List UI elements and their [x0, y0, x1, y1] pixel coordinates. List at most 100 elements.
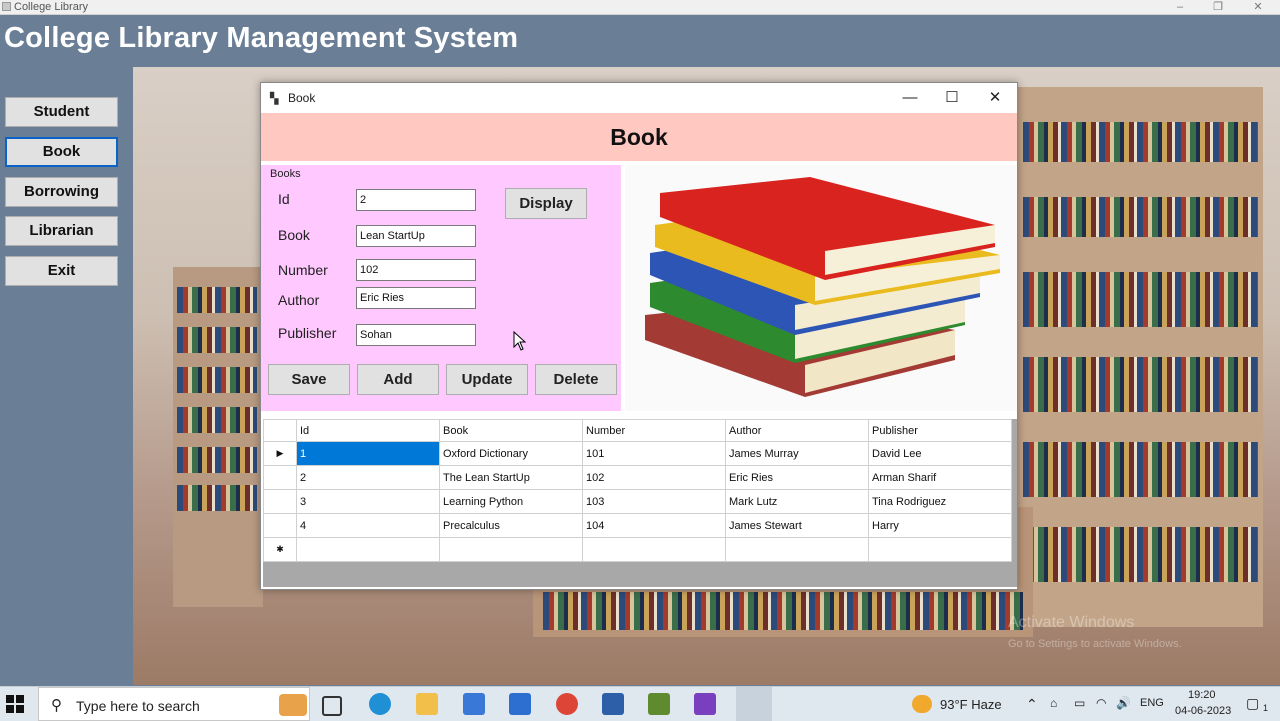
books-row — [543, 592, 1023, 630]
row-header[interactable] — [263, 465, 297, 490]
table-cell[interactable]: 104 — [582, 513, 726, 538]
clock-time[interactable]: 19:20 — [1188, 689, 1216, 701]
nav-exit-button[interactable]: Exit — [5, 256, 118, 286]
edge-browser-icon[interactable] — [369, 693, 391, 715]
nav-librarian-button[interactable]: Librarian — [5, 216, 118, 246]
network-icon[interactable]: ⌂ — [1050, 696, 1057, 710]
table-cell[interactable]: 2 — [296, 465, 440, 490]
nav-borrowing-button[interactable]: Borrowing — [5, 177, 118, 207]
display-button[interactable]: Display — [505, 188, 587, 219]
book-input[interactable] — [356, 225, 476, 247]
table-cell[interactable] — [582, 537, 726, 562]
minimize-button[interactable]: — — [890, 86, 930, 110]
table-cell[interactable]: David Lee — [868, 441, 1012, 466]
table-cell[interactable]: Eric Ries — [725, 465, 869, 490]
taskbar-search-box[interactable]: ⚲ Type here to search — [38, 687, 310, 721]
column-header-publisher[interactable]: Publisher — [868, 419, 1012, 442]
id-input[interactable] — [356, 189, 476, 211]
table-cell[interactable]: Oxford Dictionary — [439, 441, 583, 466]
save-button[interactable]: Save — [268, 364, 350, 395]
current-row-indicator[interactable]: ▶ — [263, 441, 297, 466]
books-stack-illustration — [645, 177, 1000, 397]
table-cell[interactable]: James Murray — [725, 441, 869, 466]
task-view-icon[interactable] — [322, 696, 342, 716]
row-header-corner — [263, 419, 297, 442]
column-header-number[interactable]: Number — [582, 419, 726, 442]
table-cell[interactable]: 1 — [296, 441, 440, 466]
volume-icon[interactable]: 🔊 — [1116, 696, 1131, 710]
books-row — [1023, 442, 1258, 497]
close-button[interactable]: ✕ — [975, 86, 1015, 110]
new-row-indicator[interactable]: ✱ — [263, 537, 297, 562]
chevron-up-icon[interactable]: ⌃ — [1026, 696, 1038, 713]
table-row[interactable]: ▶ 1 Oxford Dictionary 101 James Murray D… — [263, 441, 1012, 466]
table-cell[interactable] — [868, 537, 1012, 562]
delete-button[interactable]: Delete — [535, 364, 617, 395]
active-app-library-icon[interactable] — [736, 687, 772, 721]
table-cell[interactable]: Tina Rodriguez — [868, 489, 1012, 514]
author-input[interactable] — [356, 287, 476, 309]
table-cell[interactable] — [439, 537, 583, 562]
table-cell[interactable]: 3 — [296, 489, 440, 514]
table-row[interactable]: 4 Precalculus 104 James Stewart Harry — [263, 513, 1012, 538]
file-explorer-icon[interactable] — [416, 693, 438, 715]
nav-book-button[interactable]: Book — [5, 137, 118, 167]
book-window-title-bar: ▚ Book — ☐ ✕ — [261, 83, 1017, 113]
app-icon — [2, 2, 11, 11]
table-cell[interactable]: 102 — [582, 465, 726, 490]
table-cell[interactable]: 101 — [582, 441, 726, 466]
chrome-icon[interactable] — [556, 693, 578, 715]
table-row[interactable]: 3 Learning Python 103 Mark Lutz Tina Rod… — [263, 489, 1012, 514]
column-header-id[interactable]: Id — [296, 419, 440, 442]
publisher-input[interactable] — [356, 324, 476, 346]
publisher-label: Publisher — [278, 325, 337, 341]
table-cell[interactable]: Harry — [868, 513, 1012, 538]
books-row — [1023, 527, 1258, 582]
mail-icon[interactable] — [509, 693, 531, 715]
maximize-button[interactable]: ☐ — [932, 86, 972, 110]
notification-icon[interactable]: ▢ — [1246, 695, 1259, 712]
weather-icon[interactable] — [912, 695, 932, 713]
column-header-author[interactable]: Author — [725, 419, 869, 442]
table-cell[interactable] — [725, 537, 869, 562]
add-button[interactable]: Add — [357, 364, 439, 395]
column-header-book[interactable]: Book — [439, 419, 583, 442]
row-header[interactable] — [263, 513, 297, 538]
visual-studio-icon[interactable] — [694, 693, 716, 715]
outer-minimize-button[interactable]: – — [1165, 0, 1195, 14]
outer-close-button[interactable]: ✕ — [1243, 0, 1273, 14]
table-cell[interactable]: The Lean StartUp — [439, 465, 583, 490]
table-cell[interactable]: Precalculus — [439, 513, 583, 538]
number-input[interactable] — [356, 259, 476, 281]
outer-title-bar: College Library – ❐ ✕ — [0, 0, 1280, 15]
book-header-panel: Book — [261, 113, 1017, 161]
nav-student-button[interactable]: Student — [5, 97, 118, 127]
weather-text[interactable]: 93°F Haze — [940, 697, 1002, 712]
microsoft-store-icon[interactable] — [463, 693, 485, 715]
book-window: ▚ Book — ☐ ✕ Book Books Id Book Number A… — [260, 82, 1018, 590]
table-row[interactable]: 2 The Lean StartUp 102 Eric Ries Arman S… — [263, 465, 1012, 490]
update-button[interactable]: Update — [446, 364, 528, 395]
table-cell[interactable]: Arman Sharif — [868, 465, 1012, 490]
search-icon: ⚲ — [51, 697, 62, 714]
shelf-left — [173, 267, 263, 607]
new-row[interactable]: ✱ — [263, 537, 1012, 562]
table-cell[interactable] — [296, 537, 440, 562]
photos-icon[interactable] — [602, 693, 624, 715]
author-label: Author — [278, 292, 320, 308]
search-highlight-icon[interactable] — [279, 694, 307, 716]
table-cell[interactable]: Mark Lutz — [725, 489, 869, 514]
table-cell[interactable]: 103 — [582, 489, 726, 514]
language-indicator[interactable]: ENG — [1140, 697, 1164, 709]
row-header[interactable] — [263, 489, 297, 514]
battery-icon[interactable]: ▭ — [1074, 696, 1085, 710]
wifi-icon[interactable]: ◠ — [1096, 696, 1106, 710]
table-cell[interactable]: 4 — [296, 513, 440, 538]
outer-maximize-button[interactable]: ❐ — [1203, 0, 1233, 14]
books-data-grid[interactable]: Id Book Number Author Publisher ▶ 1 Oxfo… — [263, 419, 1017, 587]
app-icon-snipping[interactable] — [648, 693, 670, 715]
table-cell[interactable]: Learning Python — [439, 489, 583, 514]
table-cell[interactable]: James Stewart — [725, 513, 869, 538]
windows-start-icon[interactable] — [6, 695, 24, 713]
clock-date[interactable]: 04-06-2023 — [1175, 705, 1231, 717]
